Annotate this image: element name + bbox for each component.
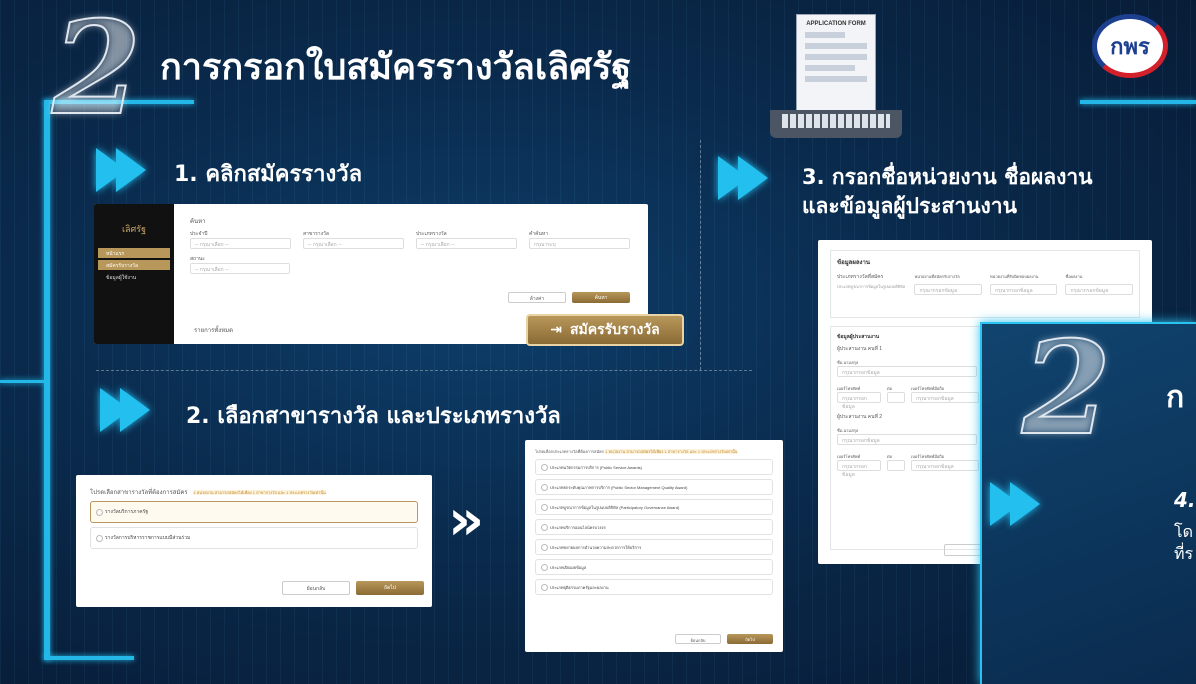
ext-input[interactable] xyxy=(887,460,905,471)
search-label: ค้นหา xyxy=(190,219,206,225)
frame-line xyxy=(44,656,134,660)
clear-button[interactable]: ล้างค่า xyxy=(508,292,566,303)
chevron-right-icon: » xyxy=(448,488,485,553)
next-button[interactable]: ถัดไป xyxy=(727,634,773,644)
apply-button-label: สมัครรับรางวัล xyxy=(570,322,660,338)
phone-label: เบอร์โทรศัพท์ xyxy=(837,454,861,459)
branch-option-public-service[interactable]: รางวัลบริการภาครัฐ xyxy=(90,501,418,523)
sub-agency-input[interactable]: กรุณากรอกข้อมูล xyxy=(989,284,1058,295)
type-note: 1 หน่วยงาน สามารถสมัครได้เพียง 1 สาขาราง… xyxy=(605,449,738,454)
step4-arrow-icon xyxy=(990,482,1040,530)
next-title-partial: ก xyxy=(1166,380,1185,415)
step1-arrow-icon xyxy=(96,148,146,196)
type-option[interactable]: ประเภทขยายผลการอำนวยความสะดวกการให้บริกา… xyxy=(535,539,773,555)
type-option[interactable]: ประเภทบริการออนไลน์ครบวงจร xyxy=(535,519,773,535)
ext-label: ต่อ xyxy=(887,454,892,459)
type-option[interactable]: ประเภทนวัตกรรมการบริการ (Public Service … xyxy=(535,459,773,475)
brand-logo: เลิศรัฐ xyxy=(121,224,147,234)
agency-label: หน่วยงานที่สมัครรับรางวัล xyxy=(914,274,960,279)
opdc-logo: กพร xyxy=(1092,14,1168,78)
form-paper: APPLICATION FORM xyxy=(796,14,876,118)
branch-select[interactable]: -- กรุณาเลือก -- xyxy=(303,238,404,249)
step4-number-partial: 4. xyxy=(1174,488,1196,512)
next-slide-panel: 2 ก 4. โด ที่ร xyxy=(980,322,1196,684)
mobile-input[interactable]: กรุณากรอกข้อมูล xyxy=(911,392,979,403)
back-button[interactable]: ย้อนกลับ xyxy=(282,581,350,595)
mobile-label: เบอร์โทรศัพท์มือถือ xyxy=(911,386,945,391)
frame-line xyxy=(0,380,44,383)
step3-arrow-icon xyxy=(718,156,768,204)
step2-arrow-icon xyxy=(100,388,150,436)
menu-item-home[interactable]: หน้าแรก xyxy=(98,248,170,258)
phone-input[interactable]: กรุณากรอกข้อมูล xyxy=(837,460,881,478)
work-input[interactable]: กรุณากรอกข้อมูล xyxy=(1065,284,1133,295)
keyword-label: คำค้นหา xyxy=(529,231,549,237)
branch-option-participatory[interactable]: รางวัลการบริหารราชการแบบมีส่วนร่วม xyxy=(90,527,418,549)
sub-agency-label: หน่วยงานที่รับผิดชอบผลงาน xyxy=(989,274,1039,279)
ext-label: ต่อ xyxy=(887,386,892,391)
step4-line2-partial: ที่ร xyxy=(1174,544,1194,563)
step1-title: 1. คลิกสมัครรางวัล xyxy=(174,162,363,187)
back-button[interactable] xyxy=(944,544,984,556)
type-option[interactable]: ประเภทบูรณาการข้อมูลในรูปแบบดิจิทัล (Par… xyxy=(535,499,773,515)
agency-input[interactable]: กรุณากรอกข้อมูล xyxy=(914,284,982,295)
keyword-input[interactable]: กรุณาระบุ xyxy=(529,238,630,249)
year-select[interactable]: -- กรุณาเลือก -- xyxy=(190,238,291,249)
frame-line xyxy=(1080,100,1196,104)
branch-note: 1 หน่วยงาน สามารถสมัครได้เพียง 1 สาขาราง… xyxy=(193,490,326,495)
mobile-input[interactable]: กรุณากรอกข้อมูล xyxy=(911,460,979,471)
type-option[interactable]: ประเภทยกระดับคุณภาพการบริการ (Public Sec… xyxy=(535,479,773,495)
year-label: ประจำปี xyxy=(190,231,208,237)
award-section-title: ข้อมูลผลงาน xyxy=(837,260,870,266)
type-prompt: โปรดเลือกประเภทรางวัลที่ต้องการสมัคร xyxy=(535,449,604,454)
award-type-value: ประเภทบูรณาการข้อมูลในรูปแบบดิจิทัล xyxy=(837,284,906,289)
step-number-next: 2 xyxy=(1021,322,1112,465)
mobile-label: เบอร์โทรศัพท์มือถือ xyxy=(911,454,945,459)
frame-line xyxy=(44,100,50,660)
status-label: สถานะ xyxy=(190,256,205,262)
type-select-screenshot: โปรดเลือกประเภทรางวัลที่ต้องการสมัคร 1 ห… xyxy=(525,440,783,652)
work-label: ชื่อผลงาน xyxy=(1065,274,1083,279)
list-label: รายการทั้งหมด xyxy=(194,328,234,334)
ext-input[interactable] xyxy=(887,392,905,403)
name-input[interactable]: กรุณากรอกข้อมูล xyxy=(837,366,977,377)
login-icon: ⇥ xyxy=(550,322,562,338)
divider xyxy=(700,140,701,370)
type-label: ประเภทรางวัล xyxy=(416,231,447,237)
step2-title: 2. เลือกสาขารางวัล และประเภทรางวัล xyxy=(186,404,561,429)
page-title: การกรอกใบสมัครรางวัลเลิศรัฐ xyxy=(160,47,632,88)
divider xyxy=(96,370,752,371)
type-select[interactable]: -- กรุณาเลือก -- xyxy=(416,238,517,249)
branch-label: สาขารางวัล xyxy=(303,231,329,237)
menu-item-apply[interactable]: สมัครรับรางวัล xyxy=(98,260,170,270)
application-form-illustration: APPLICATION FORM xyxy=(770,14,902,138)
back-button[interactable]: ย้อนกลับ xyxy=(675,634,721,644)
branch-prompt: โปรดเลือกสาขารางวัลที่ต้องการสมัคร xyxy=(90,490,188,496)
apply-award-button[interactable]: ⇥ สมัครรับรางวัล xyxy=(526,314,684,346)
step-number: 2 xyxy=(51,0,142,145)
branch-select-screenshot: โปรดเลือกสาขารางวัลที่ต้องการสมัคร 1 หน่… xyxy=(76,475,432,607)
form-label: APPLICATION FORM xyxy=(806,21,866,27)
next-button[interactable]: ถัดไป xyxy=(356,581,424,595)
status-select[interactable]: -- กรุณาเลือก -- xyxy=(190,263,290,274)
menu-item-user[interactable]: ข้อมูลผู้ใช้งาน xyxy=(98,272,170,282)
laptop-icon xyxy=(770,110,902,138)
type-option[interactable]: ประเภทเปิดเผยข้อมูล xyxy=(535,559,773,575)
type-option[interactable]: ประเภทยุติธรรมภาครัฐและผลงาน xyxy=(535,579,773,595)
name-input[interactable]: กรุณากรอกข้อมูล xyxy=(837,434,977,445)
step3-title-line1: 3. กรอกชื่อหน่วยงาน ชื่อผลงาน xyxy=(802,165,1093,189)
step3-title-line2: และข้อมูลผู้ประสานงาน xyxy=(802,194,1017,218)
side-menu: เลิศรัฐ หน้าแรก สมัครรับรางวัล ข้อมูลผู้… xyxy=(94,204,174,344)
phone-input[interactable]: กรุณากรอกข้อมูล xyxy=(837,392,881,410)
phone-label: เบอร์โทรศัพท์ xyxy=(837,386,861,391)
search-button[interactable]: ค้นหา xyxy=(572,292,630,303)
award-type-label: ประเภทรางวัลที่สมัคร xyxy=(837,274,884,280)
